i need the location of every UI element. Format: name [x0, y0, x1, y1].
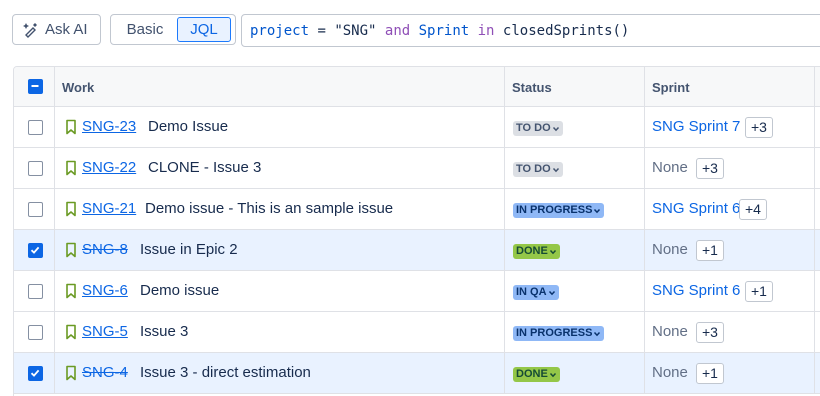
- issue-key-link[interactable]: SNG-23: [82, 118, 136, 135]
- table-row[interactable]: SNG-8 Issue in Epic 2 DONE None +1: [14, 230, 820, 271]
- chevron-down-icon: [594, 208, 601, 213]
- table-row[interactable]: SNG-4 Issue 3 - direct estimation DONE None…: [14, 353, 820, 394]
- row-checkbox[interactable]: [28, 120, 43, 135]
- row-checkbox[interactable]: [28, 202, 43, 217]
- sprint-value: None: [652, 364, 688, 381]
- bookmark-icon: [66, 242, 76, 258]
- sprint-value[interactable]: SNG Sprint 6: [652, 282, 740, 299]
- jql-token-operator: =: [309, 22, 335, 39]
- table-row[interactable]: SNG-23 Demo Issue TO DO SNG Sprint 7 +3: [14, 107, 820, 148]
- bookmark-icon: [66, 365, 76, 381]
- status-lozenge[interactable]: TO DO: [513, 162, 563, 177]
- status-label: IN PROGRESS: [516, 327, 593, 339]
- jql-token-value: "SNG": [334, 22, 377, 39]
- select-all-checkbox[interactable]: [28, 79, 43, 94]
- issue-summary[interactable]: Demo issue: [140, 282, 219, 299]
- issue-summary[interactable]: Issue 3: [140, 323, 188, 340]
- more-sprints-badge[interactable]: +4: [739, 199, 767, 220]
- minus-icon: [31, 85, 39, 87]
- basic-mode-button[interactable]: Basic: [115, 17, 175, 42]
- issue-key-link[interactable]: SNG-21: [82, 200, 136, 217]
- chevron-down-icon: [552, 126, 559, 131]
- issue-key-link[interactable]: SNG-8: [82, 241, 128, 258]
- chevron-down-icon: [594, 331, 601, 336]
- row-checkbox[interactable]: [28, 366, 43, 381]
- status-lozenge[interactable]: IN QA: [513, 285, 559, 300]
- issues-table: Work Status Sprint SNG-23 Demo Issue TO DO…: [13, 66, 820, 396]
- table-row[interactable]: SNG-21 Demo issue - This is an sample iss…: [14, 189, 820, 230]
- more-sprints-badge[interactable]: +1: [696, 240, 724, 261]
- issue-key-link[interactable]: SNG-6: [82, 282, 128, 299]
- column-header-work[interactable]: Work: [62, 80, 94, 95]
- status-label: TO DO: [516, 163, 551, 175]
- more-sprints-badge[interactable]: +3: [696, 322, 724, 343]
- more-sprints-badge[interactable]: +1: [745, 281, 773, 302]
- toolbar: Ask AI Basic JQL project = "SNG" and Spr…: [0, 0, 820, 60]
- table-header: Work Status Sprint: [14, 67, 820, 107]
- bookmark-icon: [66, 283, 76, 299]
- status-lozenge[interactable]: DONE: [513, 367, 560, 382]
- search-mode-toggle: Basic JQL: [110, 14, 236, 45]
- chevron-down-icon: [549, 249, 556, 254]
- jql-token-field: Sprint: [418, 22, 470, 39]
- issue-summary[interactable]: Demo Issue: [148, 118, 228, 135]
- sprint-value: None: [652, 159, 688, 176]
- sprint-value[interactable]: SNG Sprint 6: [652, 200, 740, 217]
- column-header-status[interactable]: Status: [512, 80, 552, 95]
- more-sprints-badge[interactable]: +3: [745, 117, 773, 138]
- more-sprints-badge[interactable]: +3: [696, 158, 724, 179]
- jql-token-function: closedSprints(): [502, 22, 630, 39]
- chevron-down-icon: [548, 290, 555, 295]
- bookmark-icon: [66, 324, 76, 340]
- ask-ai-button[interactable]: Ask AI: [12, 14, 101, 45]
- table-row[interactable]: SNG-5 Issue 3 IN PROGRESS None +3: [14, 312, 820, 353]
- jql-query-input[interactable]: project = "SNG" and Sprint in closedSpri…: [241, 14, 820, 47]
- ask-ai-label: Ask AI: [45, 21, 88, 38]
- row-checkbox[interactable]: [28, 161, 43, 176]
- sparkle-pen-icon: [23, 22, 37, 38]
- status-label: IN PROGRESS: [516, 204, 593, 216]
- issue-summary[interactable]: Issue 3 - direct estimation: [140, 364, 311, 381]
- issue-key-link[interactable]: SNG-5: [82, 323, 128, 340]
- jql-mode-button[interactable]: JQL: [177, 17, 231, 42]
- table-row[interactable]: SNG-6 Demo issue IN QA SNG Sprint 6 +1: [14, 271, 820, 312]
- sprint-value[interactable]: SNG Sprint 7: [652, 118, 740, 135]
- status-label: IN QA: [516, 286, 547, 298]
- jql-token-field: project: [250, 22, 310, 39]
- status-label: DONE: [516, 245, 548, 257]
- sprint-value: None: [652, 241, 688, 258]
- more-sprints-badge[interactable]: +1: [696, 363, 724, 384]
- table-row[interactable]: SNG-22 CLONE - Issue 3 TO DO None +3: [14, 148, 820, 189]
- sprint-value: None: [652, 323, 688, 340]
- bookmark-icon: [66, 160, 76, 176]
- check-icon: [30, 369, 40, 377]
- issue-summary[interactable]: Issue in Epic 2: [140, 241, 238, 258]
- check-icon: [30, 246, 40, 254]
- issue-summary[interactable]: Demo issue - This is an sample issue: [145, 200, 393, 217]
- bookmark-icon: [66, 201, 76, 217]
- row-checkbox[interactable]: [28, 243, 43, 258]
- status-lozenge[interactable]: TO DO: [513, 121, 563, 136]
- status-label: TO DO: [516, 122, 551, 134]
- column-header-sprint[interactable]: Sprint: [652, 80, 690, 95]
- jql-token-keyword: in: [469, 22, 503, 39]
- status-lozenge[interactable]: IN PROGRESS: [513, 203, 605, 218]
- chevron-down-icon: [549, 372, 556, 377]
- issue-key-link[interactable]: SNG-22: [82, 159, 136, 176]
- issue-summary[interactable]: CLONE - Issue 3: [148, 159, 261, 176]
- status-label: DONE: [516, 368, 548, 380]
- chevron-down-icon: [552, 167, 559, 172]
- issue-key-link[interactable]: SNG-4: [82, 364, 128, 381]
- status-lozenge[interactable]: DONE: [513, 244, 560, 259]
- row-checkbox[interactable]: [28, 284, 43, 299]
- status-lozenge[interactable]: IN PROGRESS: [513, 326, 605, 341]
- row-checkbox[interactable]: [28, 325, 43, 340]
- jql-token-keyword: and: [376, 22, 419, 39]
- bookmark-icon: [66, 119, 76, 135]
